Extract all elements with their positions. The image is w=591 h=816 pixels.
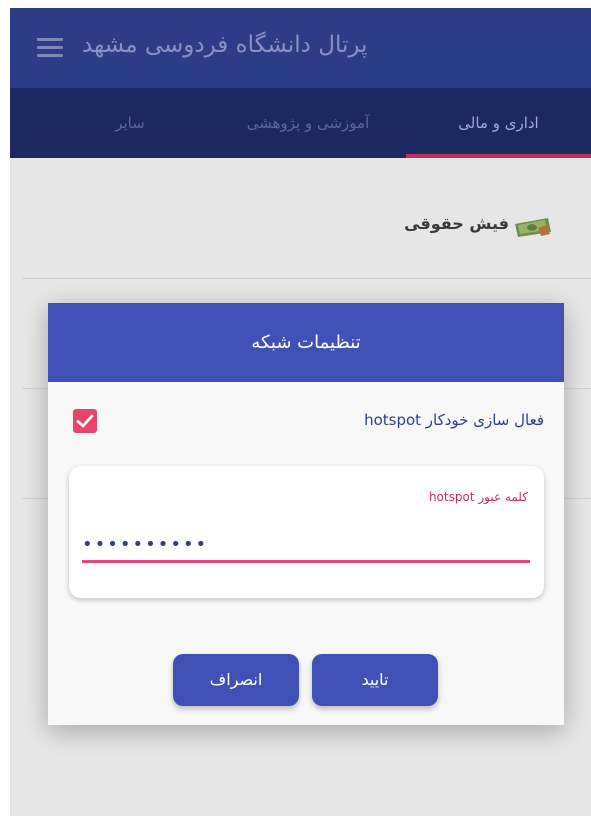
active-tab-indicator (406, 154, 591, 158)
app-screen: پرتال دانشگاه فردوسی مشهد اداری و مالی آ… (10, 8, 591, 816)
tab-bar: اداری و مالی آموزشی و پژوهشی سایر (10, 88, 591, 158)
hotspot-password-input[interactable] (82, 528, 530, 563)
dialog-title: تنظیمات شبکه (251, 332, 361, 353)
auto-hotspot-checkbox[interactable] (73, 409, 97, 433)
app-title: پرتال دانشگاه فردوسی مشهد (82, 32, 368, 58)
password-field-card: کلمه عبور hotspot (69, 466, 544, 598)
tab-educational-research[interactable]: آموزشی و پژوهشی (210, 88, 406, 158)
cancel-button[interactable]: انصراف (173, 654, 299, 706)
payslip-label: فیش حقوقی (404, 214, 509, 233)
money-icon (512, 216, 554, 238)
tab-other[interactable]: سایر (50, 88, 210, 158)
dialog-header: تنظیمات شبکه (48, 303, 564, 382)
app-bar: پرتال دانشگاه فردوسی مشهد (10, 8, 591, 88)
confirm-button[interactable]: تایید (312, 654, 438, 706)
tab-administrative-financial[interactable]: اداری و مالی (406, 88, 591, 158)
checkmark-icon (76, 414, 94, 428)
auto-hotspot-label: فعال سازی خودکار hotspot (364, 411, 544, 429)
network-settings-dialog: تنظیمات شبکه فعال سازی خودکار hotspot کل… (48, 303, 564, 725)
password-field-label: کلمه عبور hotspot (428, 490, 528, 504)
hamburger-menu-icon[interactable] (37, 38, 63, 58)
